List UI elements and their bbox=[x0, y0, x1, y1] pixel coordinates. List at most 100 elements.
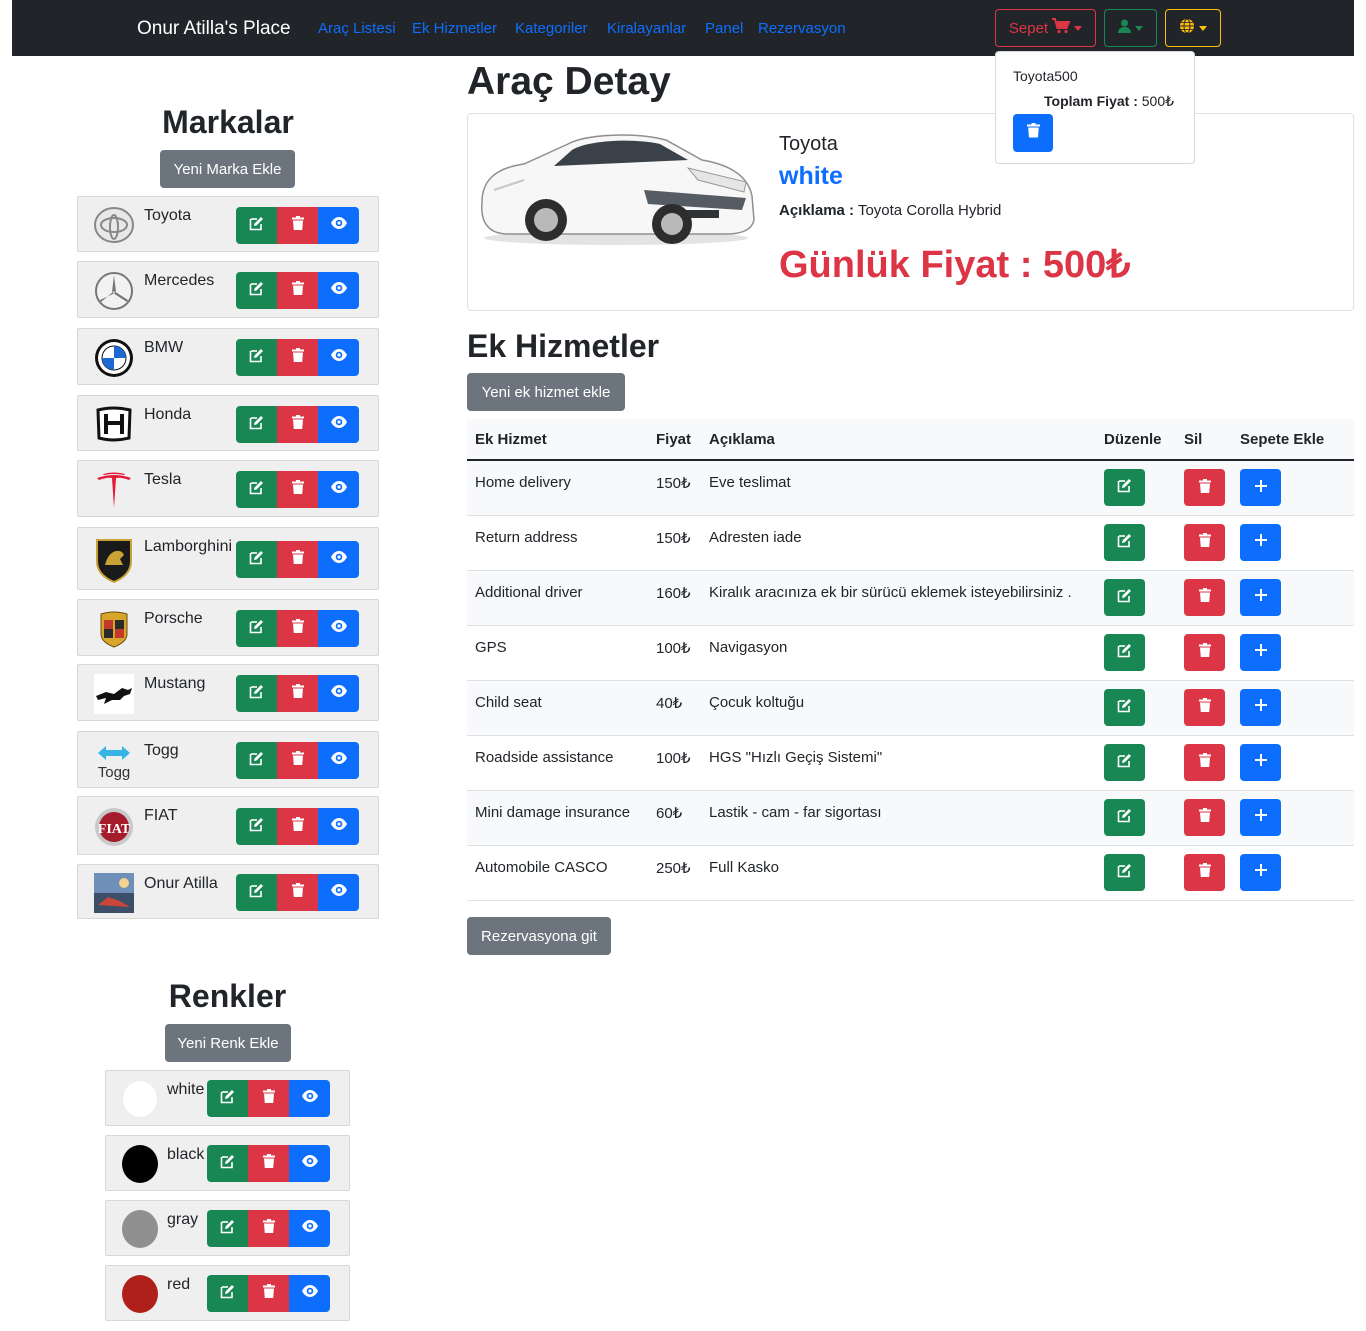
service-name: Automobile CASCO bbox=[467, 845, 648, 901]
delete-brand-button[interactable] bbox=[277, 610, 318, 647]
view-brand-button[interactable] bbox=[318, 406, 359, 443]
delete-cell bbox=[1176, 845, 1232, 901]
delete-color-button[interactable] bbox=[248, 1275, 289, 1312]
edit-service-button[interactable] bbox=[1104, 523, 1145, 561]
add-color-button[interactable]: Yeni Renk Ekle bbox=[165, 1024, 291, 1062]
go-to-reservation-button[interactable]: Rezervasyona git bbox=[467, 917, 611, 955]
delete-service-button[interactable] bbox=[1184, 523, 1225, 561]
delete-brand-button[interactable] bbox=[277, 742, 318, 779]
edit-brand-button[interactable] bbox=[236, 541, 277, 578]
table-row: Return address 150₺ Adresten iade bbox=[467, 515, 1354, 571]
table-row: GPS 100₺ Navigasyon bbox=[467, 625, 1354, 681]
add-to-cart-button[interactable] bbox=[1240, 633, 1281, 671]
toyota-logo bbox=[94, 205, 134, 245]
view-color-button[interactable] bbox=[289, 1145, 330, 1182]
delete-brand-button[interactable] bbox=[277, 207, 318, 244]
add-to-cart-button[interactable] bbox=[1240, 798, 1281, 836]
edit-service-button[interactable] bbox=[1104, 798, 1145, 836]
delete-brand-button[interactable] bbox=[277, 874, 318, 911]
delete-service-button[interactable] bbox=[1184, 853, 1225, 891]
cart-remove-button[interactable] bbox=[1013, 114, 1053, 152]
edit-brand-button[interactable] bbox=[236, 471, 277, 508]
trash-icon bbox=[291, 619, 304, 638]
add-service-button[interactable]: Yeni ek hizmet ekle bbox=[467, 373, 625, 411]
nav-link-rezervasyon[interactable]: Rezervasyon bbox=[758, 20, 846, 37]
view-brand-button[interactable] bbox=[318, 610, 359, 647]
service-name: Additional driver bbox=[467, 570, 648, 626]
delete-service-button[interactable] bbox=[1184, 578, 1225, 616]
view-brand-button[interactable] bbox=[318, 808, 359, 845]
delete-color-button[interactable] bbox=[248, 1145, 289, 1182]
edit-color-button[interactable] bbox=[207, 1080, 248, 1117]
delete-brand-button[interactable] bbox=[277, 272, 318, 309]
edit-brand-button[interactable] bbox=[236, 272, 277, 309]
delete-brand-button[interactable] bbox=[277, 339, 318, 376]
view-brand-button[interactable] bbox=[318, 874, 359, 911]
view-brand-button[interactable] bbox=[318, 541, 359, 578]
view-brand-button[interactable] bbox=[318, 675, 359, 712]
brand-actions bbox=[236, 610, 359, 647]
edit-brand-button[interactable] bbox=[236, 742, 277, 779]
delete-color-button[interactable] bbox=[248, 1210, 289, 1247]
add-to-cart-button[interactable] bbox=[1240, 578, 1281, 616]
nav-link-arac-listesi[interactable]: Araç Listesi bbox=[318, 20, 396, 37]
cart-dropdown-button[interactable]: Sepet bbox=[995, 9, 1096, 47]
edit-service-button[interactable] bbox=[1104, 688, 1145, 726]
service-description: Full Kasko bbox=[701, 845, 1096, 901]
view-color-button[interactable] bbox=[289, 1275, 330, 1312]
edit-service-button[interactable] bbox=[1104, 853, 1145, 891]
edit-service-button[interactable] bbox=[1104, 743, 1145, 781]
delete-service-button[interactable] bbox=[1184, 469, 1225, 506]
nav-link-kategoriler[interactable]: Kategoriler bbox=[515, 20, 588, 37]
add-to-cart-button[interactable] bbox=[1240, 523, 1281, 561]
delete-brand-button[interactable] bbox=[277, 541, 318, 578]
edit-brand-button[interactable] bbox=[236, 874, 277, 911]
navbar-brand[interactable]: Onur Atilla's Place bbox=[137, 18, 291, 40]
add-to-cart-cell bbox=[1232, 790, 1354, 846]
edit-brand-button[interactable] bbox=[236, 207, 277, 244]
delete-brand-button[interactable] bbox=[277, 675, 318, 712]
edit-brand-button[interactable] bbox=[236, 339, 277, 376]
nav-link-ek-hizmetler[interactable]: Ek Hizmetler bbox=[412, 20, 497, 37]
eye-icon bbox=[330, 281, 348, 300]
brand-card: Lamborghini bbox=[77, 527, 379, 590]
view-color-button[interactable] bbox=[289, 1080, 330, 1117]
edit-color-button[interactable] bbox=[207, 1145, 248, 1182]
language-dropdown-button[interactable] bbox=[1165, 9, 1221, 47]
edit-color-button[interactable] bbox=[207, 1275, 248, 1312]
add-to-cart-button[interactable] bbox=[1240, 469, 1281, 506]
add-to-cart-button[interactable] bbox=[1240, 688, 1281, 726]
view-brand-button[interactable] bbox=[318, 339, 359, 376]
nav-link-kiralayanlar[interactable]: Kiralayanlar bbox=[607, 20, 686, 37]
nav-link-panel[interactable]: Panel bbox=[705, 20, 743, 37]
edit-service-button[interactable] bbox=[1104, 633, 1145, 671]
user-dropdown-button[interactable] bbox=[1104, 9, 1157, 47]
delete-service-button[interactable] bbox=[1184, 688, 1225, 726]
delete-color-button[interactable] bbox=[248, 1080, 289, 1117]
trash-icon bbox=[291, 281, 304, 300]
car-color: white bbox=[779, 162, 843, 190]
edit-brand-button[interactable] bbox=[236, 675, 277, 712]
view-color-button[interactable] bbox=[289, 1210, 330, 1247]
delete-brand-button[interactable] bbox=[277, 406, 318, 443]
edit-color-button[interactable] bbox=[207, 1210, 248, 1247]
plus-icon bbox=[1254, 753, 1268, 771]
delete-brand-button[interactable] bbox=[277, 808, 318, 845]
edit-brand-button[interactable] bbox=[236, 808, 277, 845]
view-brand-button[interactable] bbox=[318, 742, 359, 779]
delete-brand-button[interactable] bbox=[277, 471, 318, 508]
delete-service-button[interactable] bbox=[1184, 633, 1225, 671]
edit-service-button[interactable] bbox=[1104, 469, 1145, 506]
edit-service-button[interactable] bbox=[1104, 578, 1145, 616]
edit-brand-button[interactable] bbox=[236, 406, 277, 443]
view-brand-button[interactable] bbox=[318, 272, 359, 309]
add-to-cart-button[interactable] bbox=[1240, 853, 1281, 891]
view-brand-button[interactable] bbox=[318, 471, 359, 508]
edit-brand-button[interactable] bbox=[236, 610, 277, 647]
add-to-cart-button[interactable] bbox=[1240, 743, 1281, 781]
delete-service-button[interactable] bbox=[1184, 798, 1225, 836]
view-brand-button[interactable] bbox=[318, 207, 359, 244]
delete-service-button[interactable] bbox=[1184, 743, 1225, 781]
add-brand-button[interactable]: Yeni Marka Ekle bbox=[160, 150, 295, 188]
trash-icon bbox=[291, 684, 304, 703]
